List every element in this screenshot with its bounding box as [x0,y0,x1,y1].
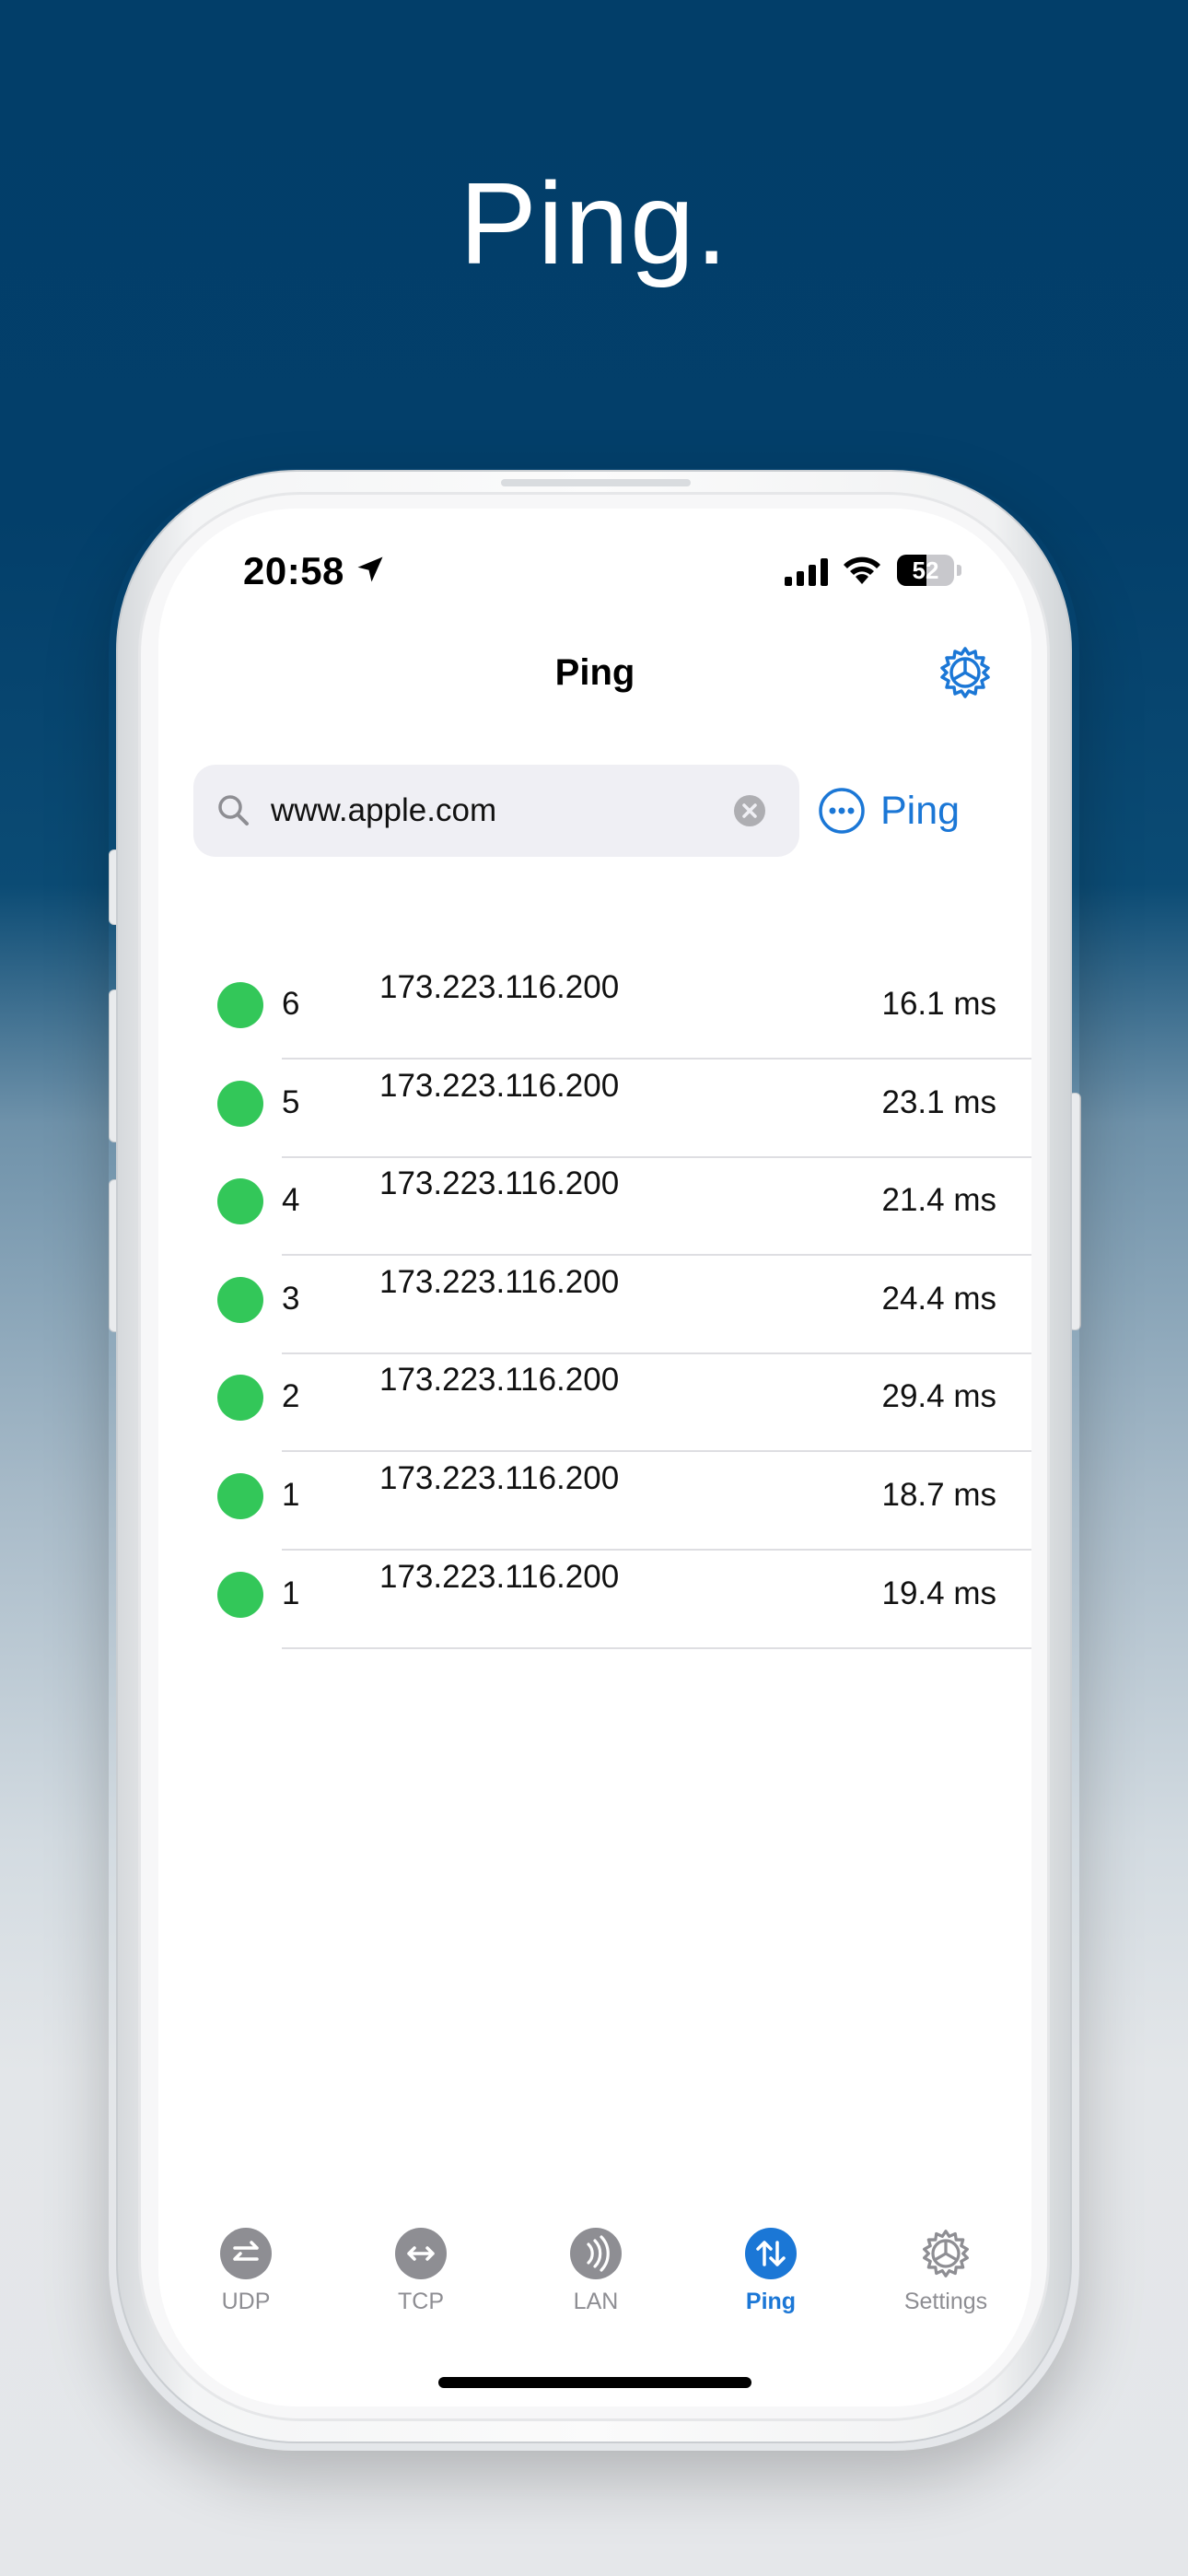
tab-bar: UDP TCP LAN Ping Settings [158,2228,1031,2338]
tab-label: LAN [573,2289,619,2314]
status-time: 20:58 [243,549,344,592]
status-dot [217,982,263,1028]
tab-label: Settings [903,2289,988,2314]
status-dot [217,1178,263,1224]
gear-icon [920,2228,972,2279]
udp-arrows-icon [220,2228,272,2279]
row-ip-address: 173.223.116.200 [379,969,620,1005]
tab-udp[interactable]: UDP [158,2228,333,2338]
search-input-value: www.apple.com [271,792,497,828]
row-response-time: 21.4 ms [881,1182,997,1218]
row-sequence: 3 [282,1281,300,1317]
tab-label: TCP [398,2289,444,2314]
location-arrow-icon [357,556,383,582]
row-ip-address: 173.223.116.200 [379,1559,620,1595]
row-response-time: 29.4 ms [881,1378,997,1414]
row-sequence: 1 [282,1575,300,1611]
table-row[interactable]: 1 173.223.116.200 18.7 ms [158,1451,1031,1551]
phone-screen: 20:58 52 Ping www.apple.com Ping 6 173.2… [158,509,1031,2406]
table-row[interactable]: 6 173.223.116.200 16.1 ms [158,960,1031,1060]
row-ip-address: 173.223.116.200 [379,1068,620,1104]
ping-button[interactable]: Ping [880,774,960,848]
clear-icon[interactable] [733,794,766,827]
headline: Ping. [459,158,729,288]
row-sequence: 6 [282,986,300,1022]
row-ip-address: 173.223.116.200 [379,1264,620,1300]
status-dot [217,1572,263,1618]
search-input[interactable]: www.apple.com [193,765,799,857]
tab-tcp[interactable]: TCP [333,2228,508,2338]
row-divider [282,1647,1031,1649]
row-sequence: 1 [282,1477,300,1513]
tab-lan[interactable]: LAN [508,2228,683,2338]
row-sequence: 4 [282,1182,300,1218]
status-dot [217,1277,263,1323]
row-response-time: 16.1 ms [881,986,997,1022]
ping-arrows-icon [745,2228,797,2279]
tab-label: UDP [221,2289,271,2314]
page-title: Ping [554,652,635,693]
tab-ping[interactable]: Ping [683,2228,858,2338]
more-options-icon[interactable] [818,787,866,835]
search-icon [218,795,249,825]
home-indicator [438,2377,751,2388]
row-ip-address: 173.223.116.200 [379,1362,620,1398]
table-row[interactable]: 3 173.223.116.200 24.4 ms [158,1255,1031,1354]
row-response-time: 18.7 ms [881,1477,997,1513]
phone-top-speaker [501,479,691,486]
row-ip-address: 173.223.116.200 [379,1165,620,1201]
row-sequence: 5 [282,1084,300,1120]
tab-label: Ping [745,2289,797,2314]
status-dot [217,1081,263,1127]
row-sequence: 2 [282,1378,300,1414]
battery-icon: 52 [897,555,961,586]
table-row[interactable]: 5 173.223.116.200 23.1 ms [158,1059,1031,1158]
row-response-time: 19.4 ms [881,1575,997,1611]
battery-level: 52 [912,556,939,584]
row-response-time: 23.1 ms [881,1084,997,1120]
tcp-arrows-icon [395,2228,447,2279]
table-row[interactable]: 2 173.223.116.200 29.4 ms [158,1352,1031,1452]
table-row[interactable]: 1 173.223.116.200 19.4 ms [158,1550,1031,1649]
lan-waves-icon [570,2228,622,2279]
cellular-signal-icon [785,558,828,586]
status-dot [217,1375,263,1421]
table-row[interactable]: 4 173.223.116.200 21.4 ms [158,1156,1031,1256]
settings-gear-icon[interactable] [938,645,993,700]
tab-settings[interactable]: Settings [858,2228,1031,2338]
row-ip-address: 173.223.116.200 [379,1460,620,1496]
status-dot [217,1473,263,1519]
row-response-time: 24.4 ms [881,1281,997,1317]
wifi-icon [844,556,880,584]
